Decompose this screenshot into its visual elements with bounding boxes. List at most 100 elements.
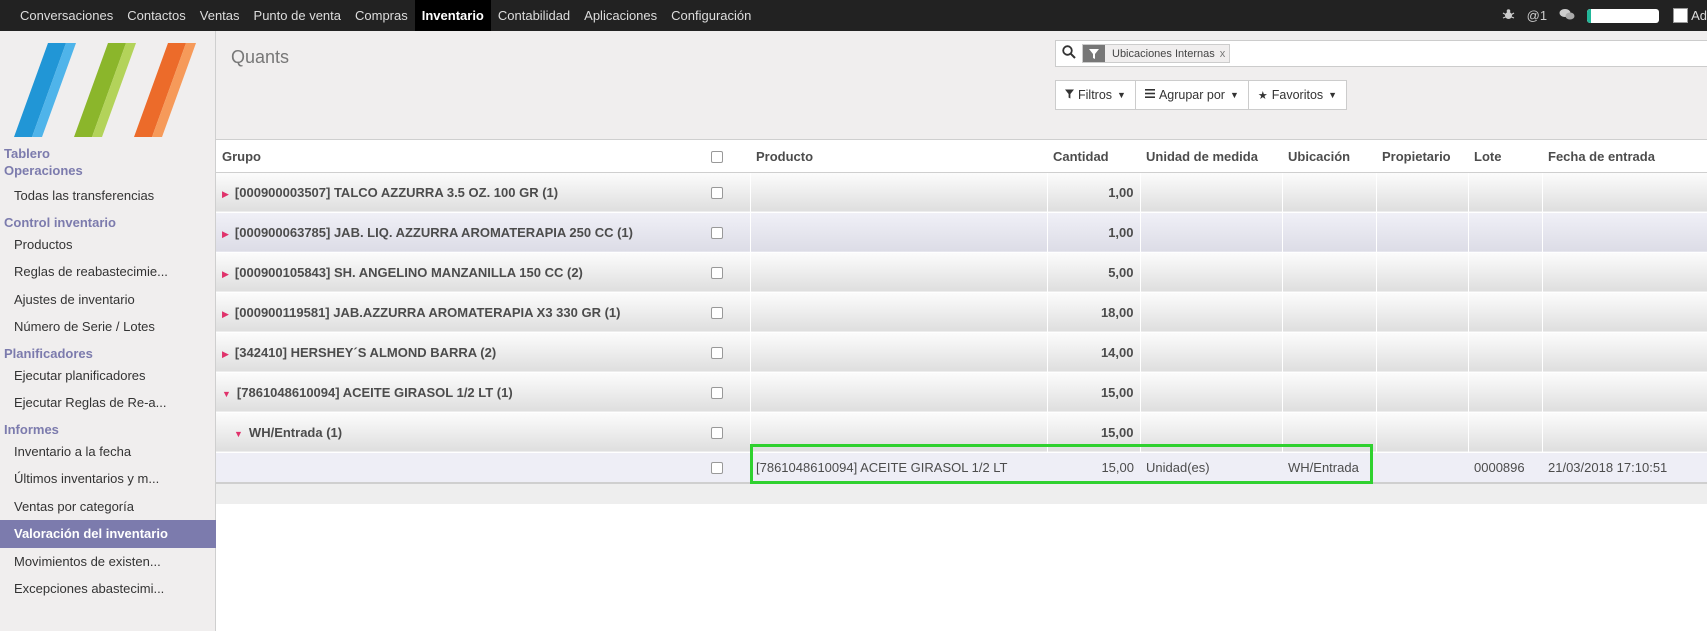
bug-icon[interactable] — [1502, 8, 1515, 24]
subgroup-label: WH/Entrada (1) — [248, 424, 343, 440]
caret-down-icon: ▼ — [234, 428, 243, 439]
table-header: Grupo Producto Cantidad Unidad de medida… — [216, 141, 1707, 173]
group-label: [7861048610094] ACEITE GIRASOL 1/2 LT (1… — [236, 384, 513, 400]
control-panel: Quants Ubicaciones Internas x Filtros ▼ … — [216, 31, 1707, 140]
company-logo — [14, 43, 196, 137]
row-checkbox[interactable] — [711, 267, 723, 280]
sidebar-item-numero-serie-lotes[interactable]: Número de Serie / Lotes — [0, 313, 200, 341]
star-icon: ★ — [1257, 89, 1268, 102]
menu-inventario[interactable]: Inventario — [414, 0, 491, 31]
cell-lot: 0000896 — [1468, 452, 1542, 484]
sidebar-item-productos[interactable]: Productos — [0, 231, 200, 259]
row-checkbox[interactable] — [711, 227, 723, 240]
chevron-down-icon: ▼ — [1229, 90, 1239, 100]
row-checkbox[interactable] — [711, 187, 723, 200]
group-row[interactable]: ▶ [000900119581] JAB.AZZURRA AROMATERAPIA… — [216, 292, 1707, 333]
sidebar-section-informes: Informes — [4, 421, 59, 437]
select-all-checkbox[interactable] — [711, 151, 723, 164]
avatar[interactable] — [1673, 8, 1689, 23]
filter-icon — [1065, 89, 1074, 102]
sidebar-section-operaciones: Operaciones — [4, 163, 83, 178]
group-row[interactable]: ▶ [000900105843] SH. ANGELINO MANZANILLA … — [216, 252, 1707, 293]
sidebar-section-tablero[interactable]: Tablero — [0, 145, 216, 162]
row-checkbox[interactable] — [711, 387, 723, 400]
menu-contactos[interactable]: Contactos — [120, 0, 193, 31]
chevron-down-icon: ▼ — [1328, 90, 1338, 100]
caret-right-icon: ▶ — [222, 308, 229, 319]
group-label: [342410] HERSHEY´S ALMOND BARRA (2) — [234, 344, 497, 360]
filters-button[interactable]: Filtros ▼ — [1055, 80, 1136, 110]
group-row[interactable]: ▶ [342410] HERSHEY´S ALMOND BARRA (2) 14,… — [216, 332, 1707, 373]
col-header-product[interactable]: Producto — [750, 141, 1047, 173]
sidebar-item-ajustes-inventario[interactable]: Ajustes de inventario — [0, 286, 200, 314]
list-icon — [1144, 89, 1155, 101]
select-all-cell — [705, 141, 750, 173]
sidebar-item-excepciones-abastecimiento[interactable]: Excepciones abastecimi... — [0, 575, 200, 603]
mentions-counter[interactable]: @1 — [1527, 8, 1547, 23]
menu-configuracion[interactable]: Configuración — [664, 0, 758, 31]
progress-fill — [1587, 8, 1592, 23]
sidebar-item-movimientos-existencias[interactable]: Movimientos de existen... — [0, 548, 200, 576]
table-row[interactable]: [7861048610094] ACEITE GIRASOL 1/2 LT 15… — [216, 452, 1707, 484]
sidebar: Tablero Operaciones Todas las transferen… — [0, 31, 216, 631]
subgroup-row[interactable]: ▼ WH/Entrada (1) 15,00 — [216, 412, 1707, 453]
sidebar-item-todas-las-transferencias[interactable]: Todas las transferencias — [0, 182, 200, 210]
col-header-uom[interactable]: Unidad de medida — [1140, 141, 1282, 173]
subgroup-qty: 15,00 — [1047, 412, 1140, 453]
group-row[interactable]: ▶ [000900063785] JAB. LIQ. AZZURRA AROMAT… — [216, 212, 1707, 253]
search-facet: Ubicaciones Internas x — [1082, 44, 1231, 63]
sidebar-item-valoracion-inventario[interactable]: Valoración del inventario — [0, 520, 216, 548]
group-label: [000900105843] SH. ANGELINO MANZANILLA 1… — [234, 264, 583, 280]
row-checkbox[interactable] — [711, 347, 723, 360]
facet-remove-button[interactable]: x — [1220, 48, 1230, 60]
group-row[interactable]: ▶ [000900003507] TALCO AZZURRA 3.5 OZ. 10… — [216, 172, 1707, 213]
favorites-button[interactable]: ★ Favoritos ▼ — [1247, 80, 1348, 110]
group-qty: 18,00 — [1047, 292, 1140, 333]
caret-right-icon: ▶ — [222, 348, 229, 359]
menu-aplicaciones[interactable]: Aplicaciones — [577, 0, 664, 31]
sidebar-item-inventario-a-la-fecha[interactable]: Inventario a la fecha — [0, 438, 200, 466]
col-header-owner[interactable]: Propietario — [1376, 141, 1468, 173]
col-header-location[interactable]: Ubicación — [1282, 141, 1376, 173]
row-checkbox[interactable] — [711, 462, 723, 475]
cell-location: WH/Entrada — [1282, 452, 1376, 484]
col-header-lot[interactable]: Lote — [1468, 141, 1542, 173]
progress-bar — [1587, 8, 1660, 23]
group-row-expanded[interactable]: ▼ [7861048610094] ACEITE GIRASOL 1/2 LT (… — [216, 372, 1707, 413]
row-checkbox[interactable] — [711, 427, 723, 440]
group-by-button[interactable]: Agrupar por ▼ — [1134, 80, 1249, 110]
cell-owner — [1376, 452, 1468, 484]
user-name[interactable]: Ad — [1691, 8, 1707, 23]
group-qty: 14,00 — [1047, 332, 1140, 373]
group-qty: 5,00 — [1047, 252, 1140, 293]
sidebar-item-reglas-reabastecimiento[interactable]: Reglas de reabastecimie... — [0, 258, 200, 286]
cell-qty: 15,00 — [1047, 452, 1140, 484]
col-header-date[interactable]: Fecha de entrada — [1542, 141, 1707, 173]
menu-conversaciones[interactable]: Conversaciones — [13, 0, 120, 31]
sidebar-item-ultimos-inventarios[interactable]: Últimos inventarios y m... — [0, 465, 200, 493]
menu-contabilidad[interactable]: Contabilidad — [491, 0, 577, 31]
group-label: [000900119581] JAB.AZZURRA AROMATERAPIA … — [234, 304, 621, 320]
search-icon[interactable] — [1056, 44, 1082, 63]
sidebar-item-ejecutar-reglas[interactable]: Ejecutar Reglas de Re-a... — [0, 389, 200, 417]
chat-icon[interactable] — [1559, 8, 1575, 24]
menu-ventas[interactable]: Ventas — [193, 0, 247, 31]
quants-list: Grupo Producto Cantidad Unidad de medida… — [216, 141, 1707, 504]
sidebar-item-ventas-por-categoria[interactable]: Ventas por categoría — [0, 493, 200, 521]
row-checkbox[interactable] — [711, 307, 723, 320]
group-qty: 1,00 — [1047, 172, 1140, 213]
search-bar[interactable]: Ubicaciones Internas x — [1055, 40, 1707, 67]
search-options: Filtros ▼ Agrupar por ▼ ★ Favoritos ▼ — [1055, 80, 1348, 110]
group-label: [000900063785] JAB. LIQ. AZZURRA AROMATE… — [234, 224, 633, 240]
menu-punto-de-venta[interactable]: Punto de venta — [247, 0, 348, 31]
col-header-group[interactable]: Grupo — [216, 141, 705, 173]
favorites-label: Favoritos — [1271, 88, 1324, 102]
group-qty: 15,00 — [1047, 372, 1140, 413]
menu-compras[interactable]: Compras — [348, 0, 415, 31]
sidebar-item-ejecutar-planificadores[interactable]: Ejecutar planificadores — [0, 362, 200, 390]
facet-label: Ubicaciones Internas — [1112, 47, 1215, 60]
sidebar-menu: Tablero Operaciones Todas las transferen… — [0, 145, 216, 603]
chevron-down-icon: ▼ — [1117, 90, 1126, 100]
col-header-qty[interactable]: Cantidad — [1047, 141, 1140, 173]
app-menu: Conversaciones Contactos Ventas Punto de… — [0, 0, 758, 31]
